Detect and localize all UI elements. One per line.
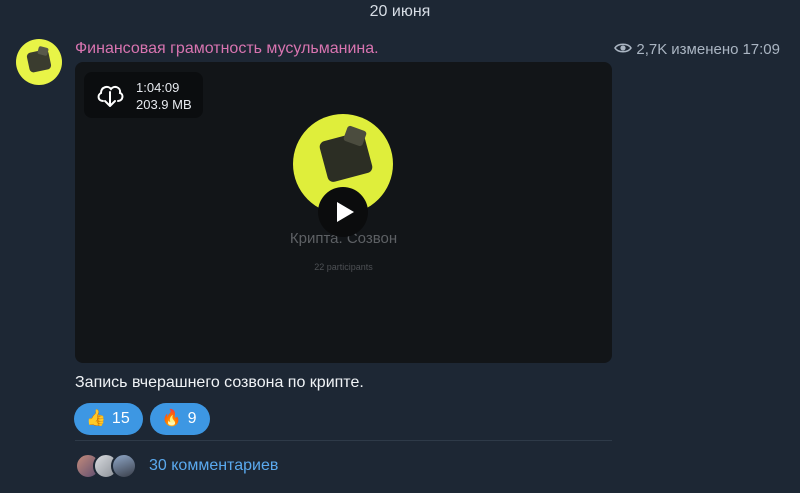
reaction-count: 15	[111, 410, 130, 427]
view-count: 2,7K	[636, 41, 668, 58]
commenter-avatar	[111, 453, 137, 479]
thumbs-up-icon: 👍	[86, 410, 106, 427]
video-player[interactable]: 1:04:09 203.9 MB Крипта. Созвон 22 parti…	[75, 62, 612, 363]
post-time: 17:09	[742, 41, 780, 58]
video-participants: 22 participants	[314, 262, 373, 272]
comments-label[interactable]: 30 комментариев	[149, 457, 278, 475]
edited-label: изменено	[671, 41, 739, 58]
post-caption: Запись вчерашнего созвона по крипте.	[75, 374, 364, 391]
channel-avatar[interactable]	[16, 39, 62, 85]
download-badge[interactable]: 1:04:09 203.9 MB	[84, 72, 203, 118]
divider	[75, 440, 612, 441]
comments-button[interactable]: 30 комментариев	[75, 453, 278, 479]
fire-icon: 🔥	[161, 410, 182, 427]
eye-icon	[614, 41, 633, 58]
channel-name[interactable]: Финансовая грамотность мусульманина.	[75, 40, 379, 58]
play-button[interactable]	[318, 187, 368, 237]
post-meta: 2,7K изменено 17:09	[614, 41, 780, 58]
reactions: 👍 15 🔥 9	[74, 403, 210, 435]
video-size: 203.9 MB	[136, 97, 192, 112]
reaction-count: 9	[187, 410, 197, 427]
reaction-thumbs-up[interactable]: 👍 15	[74, 403, 143, 435]
video-duration: 1:04:09	[136, 80, 180, 95]
download-icon[interactable]	[95, 81, 125, 114]
reaction-fire[interactable]: 🔥 9	[149, 403, 210, 435]
date-separator: 20 июня	[369, 3, 431, 20]
